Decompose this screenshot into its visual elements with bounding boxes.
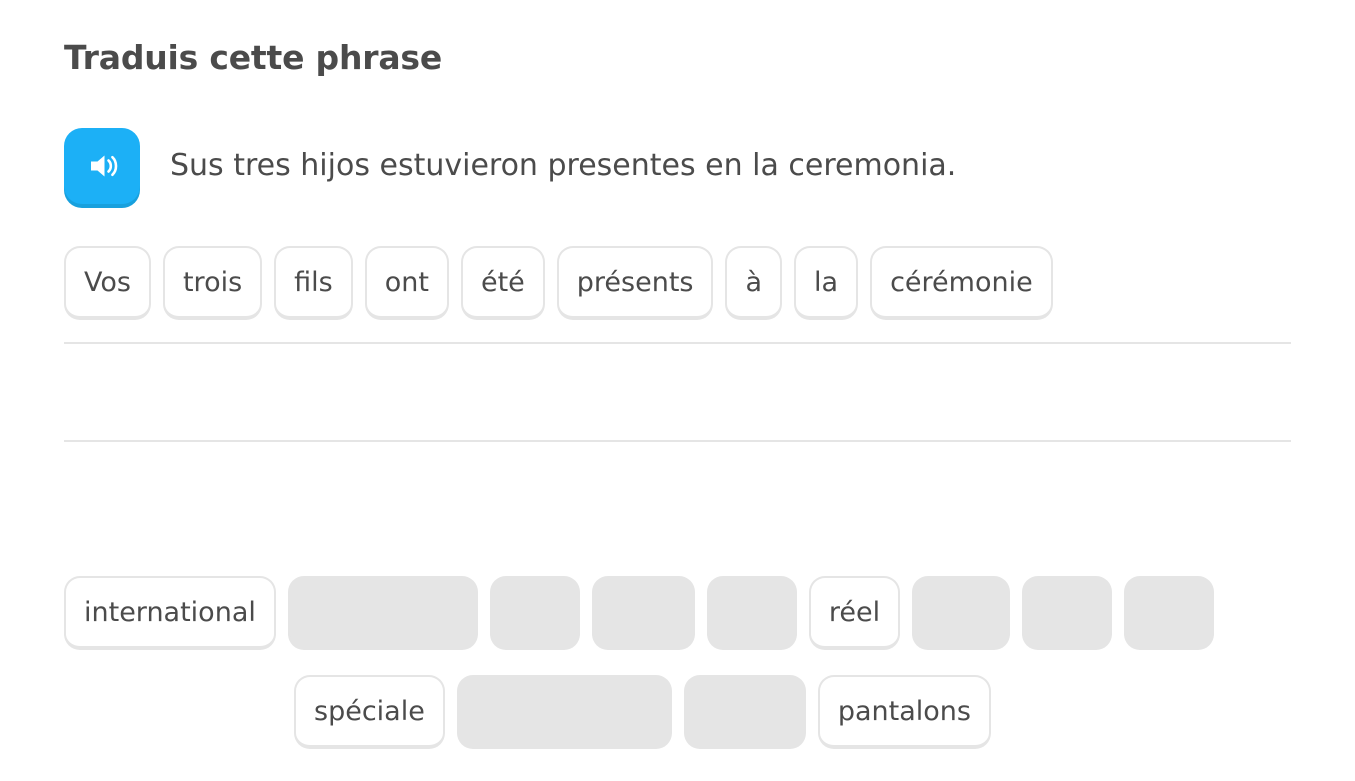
word-bank-empty-slot <box>912 576 1011 650</box>
answer-tile[interactable]: trois <box>162 246 263 320</box>
word-bank-empty-slot <box>489 576 580 650</box>
answer-tile[interactable]: présents <box>556 246 714 320</box>
word-bank-empty-slot <box>287 576 478 650</box>
answer-tile[interactable]: été <box>460 246 545 320</box>
answer-area: Vos trois fils ont été présents à la cérémonie <box>64 245 1291 442</box>
word-bank-empty-slot <box>1124 576 1215 650</box>
exercise-page: Traduis cette phrase Sus tres hijos estu… <box>0 0 1355 781</box>
answer-line-2[interactable] <box>64 344 1291 442</box>
answer-tile[interactable]: à <box>725 246 783 320</box>
word-bank-empty-slot <box>683 675 806 749</box>
word-bank-row-1: international réel <box>0 576 1355 675</box>
answer-tile[interactable]: cérémonie <box>870 246 1053 320</box>
word-bank: international réel spéciale pantalons <box>0 576 1355 774</box>
answer-line-2-tiles <box>64 344 1291 345</box>
prompt-row: Sus tres hijos estuvieron presentes en l… <box>64 128 956 204</box>
speaker-volume-icon <box>82 146 122 186</box>
word-bank-tile[interactable]: spéciale <box>294 675 445 749</box>
answer-tile[interactable]: fils <box>274 246 353 320</box>
answer-tile[interactable]: ont <box>364 246 449 320</box>
word-bank-empty-slot <box>456 675 672 749</box>
answer-line-1-tiles: Vos trois fils ont été présents à la cérémonie <box>64 245 1291 320</box>
prompt-sentence: Sus tres hijos estuvieron presentes en l… <box>170 148 957 183</box>
answer-tile[interactable]: la <box>794 246 859 320</box>
word-bank-tile[interactable]: international <box>64 576 276 650</box>
word-bank-empty-slot <box>1022 576 1113 650</box>
play-audio-button[interactable] <box>64 128 140 204</box>
answer-line-1[interactable]: Vos trois fils ont été présents à la cérémonie <box>64 245 1291 344</box>
word-bank-empty-slot <box>706 576 797 650</box>
page-title: Traduis cette phrase <box>64 38 443 77</box>
word-bank-tile[interactable]: pantalons <box>817 675 991 749</box>
word-bank-empty-slot <box>591 576 695 650</box>
word-bank-row-2: spéciale pantalons <box>0 675 1355 774</box>
word-bank-tile[interactable]: réel <box>808 576 901 650</box>
answer-tile[interactable]: Vos <box>64 246 151 320</box>
